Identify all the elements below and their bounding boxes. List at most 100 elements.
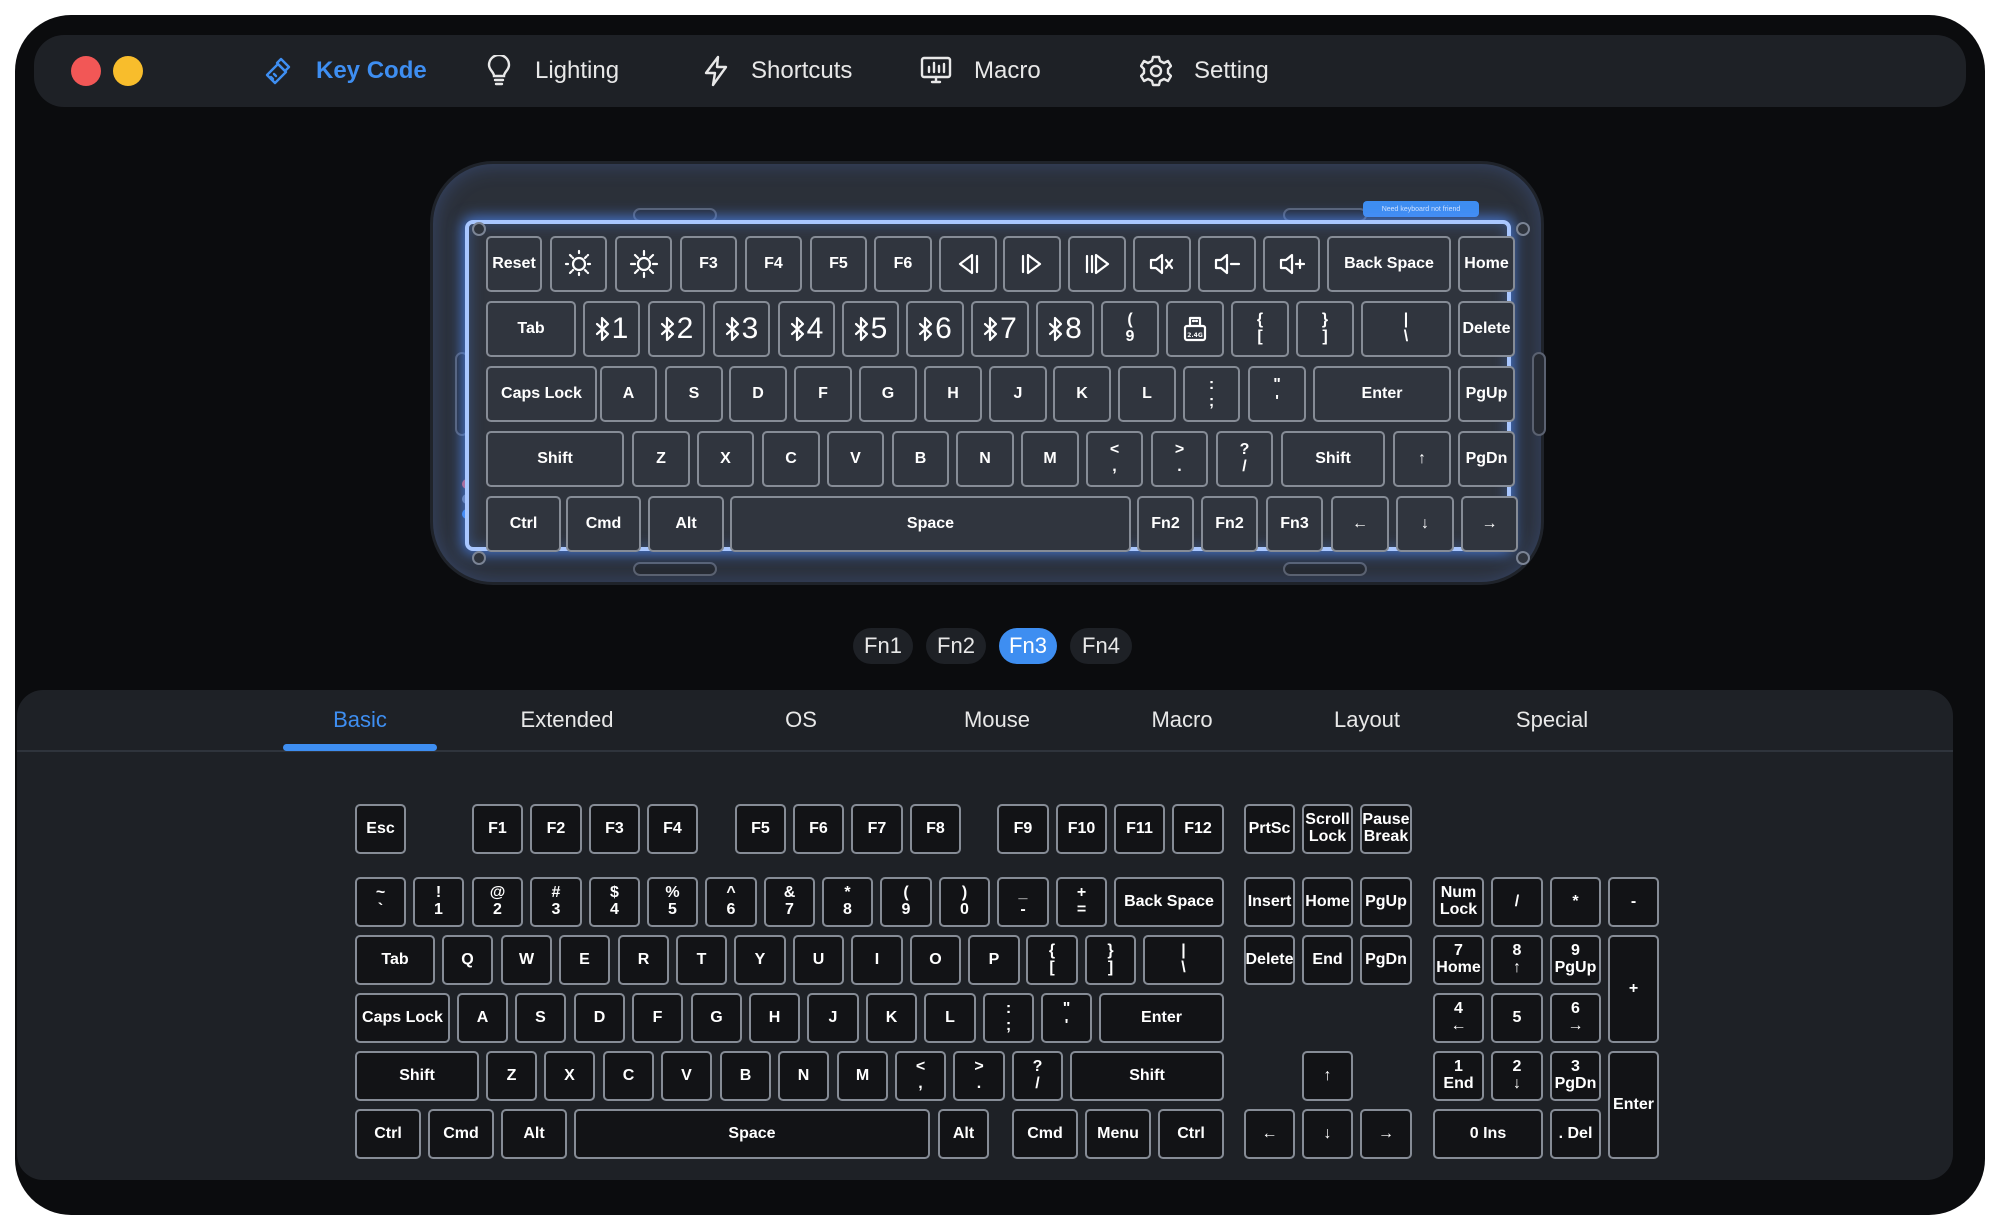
palette-key-alt[interactable]: Alt [501, 1109, 567, 1159]
device-key-bluetooth-1[interactable]: 1 [583, 301, 640, 357]
device-key-a[interactable]: A [600, 366, 657, 422]
device-key-bluetooth-3[interactable]: 3 [713, 301, 770, 357]
palette-key-esc[interactable]: Esc [355, 804, 406, 854]
window-minimize-button[interactable] [113, 56, 143, 86]
palette-key-f11[interactable]: F11 [1114, 804, 1165, 854]
palette-key-4[interactable]: 4 ← [1433, 993, 1484, 1043]
device-key-brightness-up[interactable] [615, 236, 672, 292]
palette-key-symbol[interactable]: }] [1085, 935, 1136, 985]
palette-key-f10[interactable]: F10 [1056, 804, 1107, 854]
palette-key-f6[interactable]: F6 [793, 804, 844, 854]
palette-key-f7[interactable]: F7 [851, 804, 903, 854]
palette-key-3[interactable]: #3 [530, 877, 582, 927]
palette-key-enter[interactable]: Enter [1099, 993, 1224, 1043]
palette-key-symbol[interactable]: / [1491, 877, 1543, 927]
palette-key-del[interactable]: . Del [1550, 1109, 1601, 1159]
device-key-l[interactable]: L [1118, 366, 1176, 422]
device-key-space[interactable]: Space [730, 496, 1131, 552]
palette-key-h[interactable]: H [749, 993, 800, 1043]
palette-key-7-home[interactable]: 7 Home [1433, 935, 1484, 985]
palette-key-2[interactable]: @2 [472, 877, 523, 927]
nav-setting[interactable]: Setting [1140, 35, 1269, 107]
tab-special[interactable]: Special [1487, 690, 1617, 750]
device-key-symbol[interactable]: {[ [1231, 301, 1289, 357]
device-key-reset[interactable]: Reset [486, 236, 542, 292]
palette-key-v[interactable]: V [661, 1051, 712, 1101]
device-key-shift[interactable]: Shift [486, 431, 624, 487]
palette-key-pgdn[interactable]: PgDn [1360, 935, 1412, 985]
device-key-z[interactable]: Z [632, 431, 690, 487]
palette-key-j[interactable]: J [807, 993, 859, 1043]
palette-key-menu[interactable]: Menu [1085, 1109, 1151, 1159]
device-key-ctrl[interactable]: Ctrl [486, 496, 561, 552]
device-key-symbol[interactable]: >. [1151, 431, 1208, 487]
palette-key-6[interactable]: ^ 6 [705, 877, 757, 927]
palette-key-delete[interactable]: Delete [1244, 935, 1295, 985]
fn-layer-3[interactable]: Fn3 [999, 628, 1057, 664]
palette-key-f9[interactable]: F9 [997, 804, 1049, 854]
fn-layer-1[interactable]: Fn1 [853, 628, 913, 664]
palette-key-symbol[interactable]: <, [895, 1051, 946, 1101]
palette-key-d[interactable]: D [574, 993, 625, 1043]
device-key-h[interactable]: H [924, 366, 982, 422]
nav-key-code[interactable]: Key Code [264, 35, 427, 107]
palette-key-i[interactable]: I [851, 935, 903, 985]
device-key-f[interactable]: F [794, 366, 852, 422]
palette-key-scroll-lock[interactable]: Scroll Lock [1302, 804, 1353, 854]
device-key-symbol[interactable]: }] [1296, 301, 1354, 357]
palette-key-symbol[interactable]: ~ ` [355, 877, 406, 927]
device-key-volume-down[interactable] [1198, 236, 1256, 292]
palette-key-r[interactable]: R [618, 935, 669, 985]
palette-key-5[interactable]: % 5 [647, 877, 698, 927]
palette-key-f4[interactable]: F4 [647, 804, 698, 854]
device-key-j[interactable]: J [989, 366, 1047, 422]
device-key-pgdn[interactable]: PgDn [1458, 431, 1515, 487]
device-key-alt[interactable]: Alt [648, 496, 724, 552]
palette-key-8[interactable]: * 8 [822, 877, 873, 927]
device-key-dongle-2-4g[interactable]: 2.4G [1166, 301, 1224, 357]
device-key-symbol[interactable]: | \ [1361, 301, 1451, 357]
device-key-c[interactable]: C [762, 431, 820, 487]
palette-key-s[interactable]: S [515, 993, 566, 1043]
palette-key-symbol[interactable]: {[ [1026, 935, 1078, 985]
tab-basic[interactable]: Basic [283, 690, 437, 750]
device-key-fn2[interactable]: Fn2 [1137, 496, 1194, 552]
device-key-volume-mute[interactable] [1133, 236, 1191, 292]
palette-key-ctrl[interactable]: Ctrl [355, 1109, 421, 1159]
tab-os[interactable]: OS [761, 690, 841, 750]
device-key-caps-lock[interactable]: Caps Lock [486, 366, 597, 422]
device-key-home[interactable]: Home [1458, 236, 1515, 292]
device-key-n[interactable]: N [956, 431, 1014, 487]
tab-extended[interactable]: Extended [497, 690, 637, 750]
palette-key-symbol[interactable]: " ' [1041, 993, 1092, 1043]
palette-key-pgup[interactable]: PgUp [1360, 877, 1412, 927]
palette-key-e[interactable]: E [559, 935, 610, 985]
palette-key-u[interactable]: U [793, 935, 844, 985]
device-key-cmd[interactable]: Cmd [566, 496, 641, 552]
palette-key-p[interactable]: P [968, 935, 1020, 985]
device-key-bluetooth-6[interactable]: 6 [906, 301, 964, 357]
device-key-bluetooth-7[interactable]: 7 [971, 301, 1029, 357]
palette-key-tab[interactable]: Tab [355, 935, 435, 985]
device-key-symbol[interactable]: ↓ [1396, 496, 1454, 552]
palette-key-pause-break[interactable]: Pause Break [1360, 804, 1412, 854]
device-key-m[interactable]: M [1021, 431, 1079, 487]
device-key-fn2[interactable]: Fn2 [1201, 496, 1258, 552]
palette-key-symbol[interactable]: ↑ [1302, 1051, 1353, 1101]
device-key-bluetooth-5[interactable]: 5 [842, 301, 899, 357]
palette-key-f5[interactable]: F5 [735, 804, 786, 854]
palette-key-0-ins[interactable]: 0 Ins [1433, 1109, 1543, 1159]
palette-key-f1[interactable]: F1 [472, 804, 523, 854]
nav-lighting[interactable]: Lighting [485, 35, 619, 107]
device-key-symbol[interactable]: ↑ [1393, 431, 1451, 487]
palette-key-1[interactable]: ! 1 [413, 877, 464, 927]
device-key-k[interactable]: K [1053, 366, 1111, 422]
palette-key-symbol[interactable]: | \ [1143, 935, 1224, 985]
palette-key-cmd[interactable]: Cmd [1012, 1109, 1078, 1159]
device-key-volume-up[interactable] [1263, 236, 1320, 292]
device-key-media-play[interactable] [1068, 236, 1126, 292]
palette-key-2[interactable]: 2 ↓ [1491, 1051, 1543, 1101]
device-key-media-prev[interactable] [939, 236, 997, 292]
device-key-symbol[interactable]: ? / [1216, 431, 1273, 487]
palette-key-f3[interactable]: F3 [589, 804, 640, 854]
